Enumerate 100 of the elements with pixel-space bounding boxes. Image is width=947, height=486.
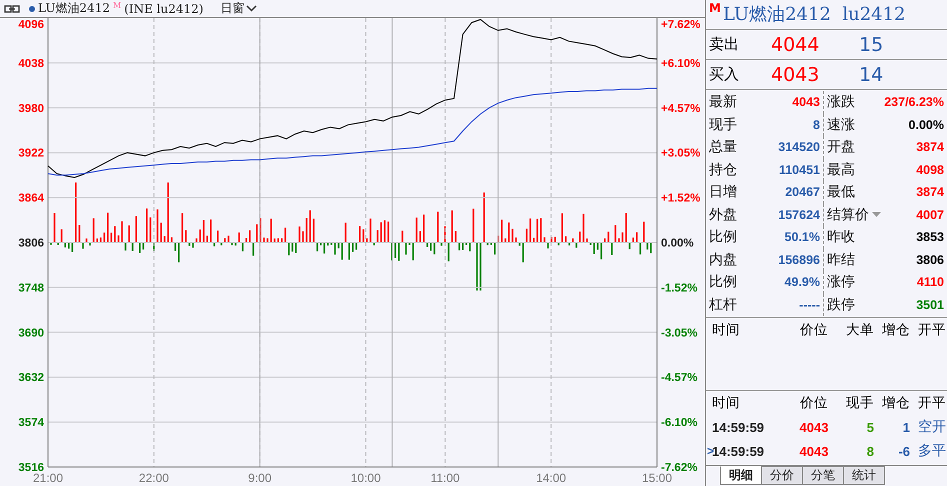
stat-label: 跌停: [827, 296, 855, 314]
column-header: 大单: [845, 321, 874, 339]
column-header: 开平: [917, 321, 946, 339]
percent-axis-label: -6.10%: [661, 417, 698, 430]
market-label: M: [709, 1, 721, 15]
stat-value: 8: [813, 118, 820, 132]
stat-value: 4007: [916, 208, 944, 222]
stat-label: 最新: [709, 93, 737, 112]
time-axis-label: 14:00: [536, 471, 566, 485]
price-axis-label: 3980: [18, 102, 44, 115]
column-header: 增仓: [881, 321, 910, 339]
dropdown-icon[interactable]: [872, 212, 881, 218]
book-label: 买入: [709, 65, 740, 84]
column-header: 现手: [845, 394, 874, 412]
time-axis-label: 11:00: [430, 471, 460, 485]
column-header: 价位: [799, 321, 829, 339]
column-header: 时间: [712, 394, 741, 412]
stat-label: 涨跌: [827, 93, 855, 112]
stat-value: 157624: [778, 208, 820, 222]
open-interest-change: -6: [897, 444, 910, 458]
stat-label: 昨收: [827, 228, 855, 246]
stat-value: 3806: [916, 252, 944, 267]
link-icon[interactable]: [4, 4, 20, 12]
stat-label: 昨结: [827, 250, 855, 269]
stat-label: 现手: [709, 116, 737, 134]
book-volume: 14: [859, 64, 884, 86]
percent-axis-label: +7.62%: [661, 19, 700, 31]
price-axis-label: 3748: [18, 282, 44, 294]
stat-value: 3874: [916, 140, 944, 154]
trade-type: 多平: [917, 442, 946, 460]
trade-volume: 5: [866, 420, 874, 434]
trade-type: 空开: [917, 418, 946, 436]
period-dropdown[interactable]: 日窗: [220, 0, 258, 17]
time-axis-label: 15:00: [642, 471, 672, 485]
panel-tab[interactable]: 分价: [761, 466, 803, 485]
stat-value: 3853: [916, 230, 944, 244]
price-axis-label: 3632: [18, 372, 44, 384]
contract-code: (INE lu2412): [124, 2, 204, 16]
time-axis-label: 22:00: [138, 471, 169, 485]
percent-axis-label: -1.52%: [661, 282, 698, 294]
stat-label: 最低: [827, 183, 855, 202]
column-header: 开平: [917, 394, 946, 412]
stat-label: 结算价: [827, 206, 869, 224]
price-axis-label: 4096: [18, 19, 44, 31]
chevron-icon: [246, 5, 258, 12]
book-label: 卖出: [709, 35, 740, 54]
trade-price: 4043: [798, 444, 830, 458]
stat-value: 237/6.23%: [884, 95, 944, 110]
price-axis-label: 3864: [18, 192, 44, 205]
price-axis-label: 4038: [18, 58, 44, 70]
open-interest-change: 1: [902, 420, 910, 434]
status-dot: [29, 6, 35, 12]
stat-value: 3874: [916, 185, 944, 200]
quote-title: LU燃油2412 lu2412: [722, 3, 906, 26]
stat-label: 比例: [709, 228, 737, 246]
stat-value: 156896: [778, 252, 820, 267]
percent-axis-label: -7.62%: [661, 462, 698, 474]
trade-time: 14:59:59: [712, 420, 766, 434]
price-axis-label: 3690: [18, 327, 44, 340]
time-axis-label: 21:00: [32, 471, 64, 485]
stat-value: 110451: [778, 162, 820, 177]
trade-price: 4043: [798, 420, 830, 434]
column-header: 增仓: [881, 394, 910, 412]
stat-label: 持仓: [709, 160, 737, 179]
stat-label: 开盘: [827, 138, 855, 156]
percent-axis-label: -3.05%: [661, 327, 698, 340]
panel-tab[interactable]: 统计: [843, 466, 885, 485]
percent-axis-label: +4.57%: [661, 102, 700, 115]
percent-axis-label: -4.57%: [661, 372, 698, 384]
percent-axis-label: 0.00%: [661, 238, 694, 250]
price-axis-label: 3574: [18, 417, 44, 430]
trade-volume: 8: [866, 444, 874, 458]
stat-label: 内盘: [709, 250, 737, 269]
stat-label: 涨停: [827, 273, 855, 292]
trade-time: 14:59:59: [712, 444, 766, 458]
stat-label: 最高: [827, 160, 855, 179]
stat-label: 比例: [709, 273, 737, 292]
stat-value: 4110: [916, 275, 944, 290]
time-axis-label: 9:00: [248, 471, 272, 485]
price-axis-label: 3806: [18, 238, 44, 250]
stat-label: 日增: [709, 183, 737, 202]
stat-value: 4043: [792, 95, 820, 110]
column-header: 价位: [799, 394, 829, 412]
column-header: 时间: [712, 321, 741, 339]
stat-value: 49.9%: [784, 275, 820, 290]
stat-value: 3501: [916, 298, 944, 312]
stat-value: 4098: [916, 162, 944, 177]
panel-tab[interactable]: 分笔: [802, 466, 844, 485]
panel-tab[interactable]: 明细: [720, 466, 762, 485]
stat-value: 50.1%: [784, 230, 820, 244]
stat-label: 外盘: [709, 206, 737, 224]
book-volume: 15: [859, 34, 884, 56]
stat-label: 速涨: [827, 116, 855, 134]
time-axis-label: 10:00: [350, 471, 381, 485]
price-axis-label: 3516: [18, 462, 44, 474]
stat-value: 20467: [785, 185, 820, 200]
stat-value: 0.00%: [908, 118, 944, 132]
stat-label: 总量: [709, 138, 737, 156]
price-axis-label: 3922: [18, 148, 44, 160]
book-price: 4044: [771, 34, 820, 56]
